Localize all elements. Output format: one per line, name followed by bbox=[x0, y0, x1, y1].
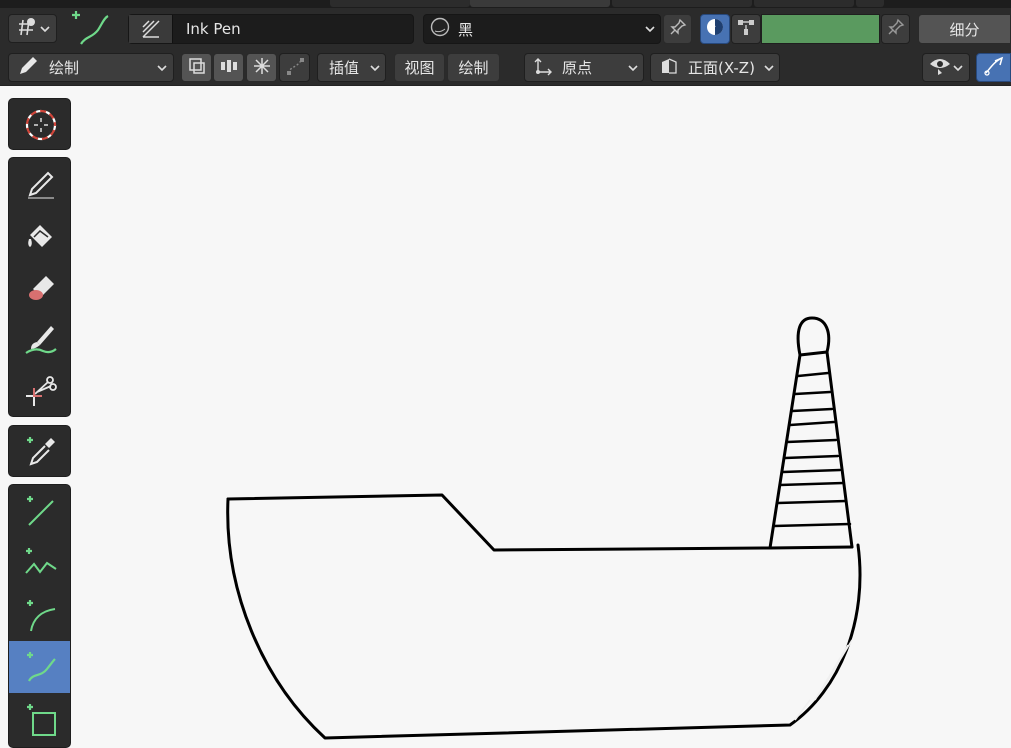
overlay-eye-icon bbox=[928, 56, 952, 80]
vertex-paint-mode-button[interactable] bbox=[731, 14, 761, 44]
mode-label: 绘制 bbox=[49, 59, 80, 77]
brush-preview-icon bbox=[129, 15, 173, 43]
material-sphere-icon bbox=[430, 17, 450, 41]
interpolate-dropdown[interactable]: 插值 bbox=[317, 53, 386, 82]
tint-tool[interactable] bbox=[9, 314, 70, 366]
multiframe-icon bbox=[219, 56, 239, 80]
toolbar-group-eyedropper bbox=[8, 425, 71, 477]
view-menu-button[interactable]: 视图 bbox=[394, 53, 445, 82]
eyedropper-tool[interactable] bbox=[9, 426, 70, 476]
brush-icon bbox=[23, 323, 59, 357]
workspace-tab[interactable] bbox=[856, 0, 884, 7]
box-icon bbox=[23, 701, 59, 737]
transform-orientation-dropdown[interactable] bbox=[8, 14, 57, 43]
viewport-canvas[interactable] bbox=[0, 87, 1011, 748]
polyline-icon bbox=[22, 545, 60, 581]
pencil-icon bbox=[24, 167, 58, 201]
vertex-color-toggle-icon bbox=[705, 17, 725, 41]
curve-editing-toggle[interactable] bbox=[279, 53, 310, 82]
window-top-strip bbox=[0, 0, 1011, 8]
cursor-tool[interactable] bbox=[9, 99, 70, 149]
vertex-paint-mode-icon bbox=[736, 17, 756, 41]
swatch-pin-button[interactable] bbox=[881, 14, 910, 44]
snowflake-icon bbox=[252, 56, 272, 80]
line-icon bbox=[23, 493, 59, 529]
curve-icon bbox=[23, 649, 59, 685]
orientation-plane-icon bbox=[659, 56, 679, 80]
transform-orientation-icon bbox=[15, 17, 37, 41]
cursor-icon bbox=[23, 107, 59, 143]
ship-drawing bbox=[226, 316, 862, 740]
material-selector[interactable]: 黑 bbox=[423, 14, 661, 44]
chevron-down-icon bbox=[370, 63, 380, 73]
gizmo-toggle[interactable] bbox=[976, 53, 1011, 82]
origin-dropdown[interactable]: 原点 bbox=[524, 53, 644, 82]
eraser-icon bbox=[24, 271, 58, 305]
toolbar-group-primitives bbox=[8, 484, 71, 748]
arc-icon bbox=[23, 597, 59, 633]
vertex-color-toggle[interactable] bbox=[700, 14, 730, 44]
layer-mask-toggle[interactable] bbox=[181, 53, 212, 82]
toolbar-group-draw bbox=[8, 157, 71, 417]
pencil-mode-icon bbox=[17, 55, 39, 81]
chevron-down-icon bbox=[628, 63, 638, 73]
cutter-tool[interactable] bbox=[9, 366, 70, 416]
chevron-down-icon bbox=[40, 24, 50, 34]
overlay-dropdown[interactable] bbox=[922, 53, 970, 82]
swatch-pin-icon bbox=[887, 18, 905, 40]
gizmo-curve-icon bbox=[983, 55, 1005, 81]
chevron-down-icon bbox=[157, 63, 167, 73]
snowflake-toggle[interactable] bbox=[246, 53, 277, 82]
pin-icon bbox=[669, 18, 687, 40]
material-pin-button[interactable] bbox=[663, 14, 692, 44]
scissors-icon bbox=[23, 374, 59, 410]
orientation-dropdown[interactable]: 正面(X-Z) bbox=[650, 53, 780, 82]
layer-mask-icon bbox=[187, 56, 207, 80]
eyedropper-icon bbox=[23, 434, 59, 470]
curve-editing-icon bbox=[285, 56, 305, 80]
workspace-tab[interactable] bbox=[612, 0, 752, 7]
workspace-tab[interactable] bbox=[330, 0, 470, 7]
view-label: 视图 bbox=[404, 59, 435, 77]
brush-name: Ink Pen bbox=[186, 20, 241, 38]
interpolate-label: 插值 bbox=[329, 59, 360, 77]
workspace-tab-active[interactable] bbox=[470, 0, 610, 7]
fill-tool[interactable] bbox=[9, 210, 70, 262]
tool-settings-header: Ink Pen 黑 细分 bbox=[0, 8, 1011, 50]
arc-tool[interactable] bbox=[9, 589, 70, 641]
draw-label: 绘制 bbox=[458, 59, 489, 77]
chevron-down-icon bbox=[645, 24, 655, 34]
mode-dropdown[interactable]: 绘制 bbox=[8, 53, 174, 82]
line-tool[interactable] bbox=[9, 485, 70, 537]
subdivide-label: 细分 bbox=[949, 20, 980, 39]
orientation-label: 正面(X-Z) bbox=[688, 59, 755, 77]
toolbar-group-cursor bbox=[8, 98, 71, 150]
viewport-header: 绘制 插值 视图 绘制 原点 正面(X-Z) bbox=[0, 50, 1011, 86]
chevron-down-icon bbox=[764, 63, 774, 73]
box-tool[interactable] bbox=[9, 693, 70, 745]
workspace-tab[interactable] bbox=[754, 0, 854, 7]
erase-tool[interactable] bbox=[9, 262, 70, 314]
subdivide-button[interactable]: 细分 bbox=[918, 14, 1011, 44]
paint-bucket-icon bbox=[24, 219, 58, 253]
vertex-color-swatch[interactable] bbox=[761, 14, 880, 44]
polyline-tool[interactable] bbox=[9, 537, 70, 589]
draw-menu-button[interactable]: 绘制 bbox=[447, 53, 500, 82]
origin-icon bbox=[533, 56, 553, 80]
chevron-down-icon bbox=[953, 63, 963, 73]
material-name: 黑 bbox=[458, 20, 474, 39]
origin-label: 原点 bbox=[562, 59, 593, 77]
brush-selector[interactable]: Ink Pen bbox=[128, 14, 414, 44]
draw-tool[interactable] bbox=[9, 158, 70, 210]
multiframe-toggle[interactable] bbox=[213, 53, 244, 82]
stroke-curve-tool-icon[interactable] bbox=[68, 8, 112, 48]
curve-tool[interactable] bbox=[9, 641, 70, 693]
